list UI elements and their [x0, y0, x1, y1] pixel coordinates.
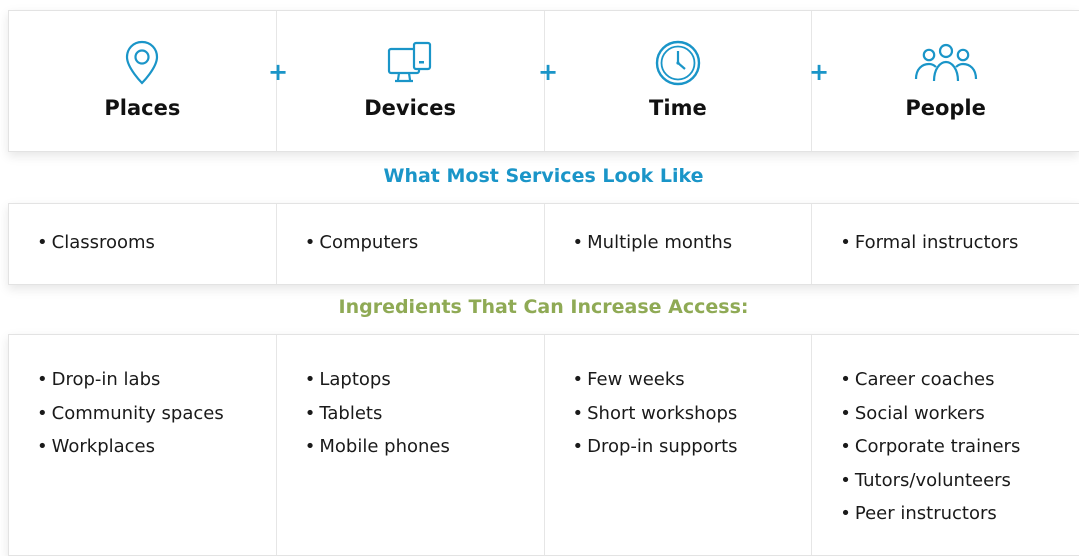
- map-pin-icon: [126, 40, 159, 85]
- list-item: • Social workers: [840, 402, 985, 424]
- category-label-devices: Devices: [364, 96, 456, 120]
- category-label-time: Time: [649, 96, 707, 120]
- list-item: • Laptops: [304, 369, 391, 390]
- section-title-most-services: What Most Services Look Like: [383, 165, 704, 187]
- list-item: • Mobile phones: [304, 436, 450, 457]
- most-services-cell: • Computers: [275, 204, 544, 284]
- category-time: Time: [543, 11, 812, 151]
- list-item: • Tablets: [304, 402, 383, 424]
- people-icon: [914, 43, 977, 82]
- list-item: • Tutors/volunteers: [840, 469, 1011, 491]
- most-services-cell: • Classrooms: [37, 232, 155, 253]
- list-item: • Community spaces: [37, 402, 224, 424]
- list-item: • Corporate trainers: [840, 436, 1021, 457]
- category-places: Places: [9, 11, 276, 151]
- plus-operator: +: [809, 58, 830, 86]
- plus-operator: +: [268, 58, 289, 86]
- category-label-people: People: [905, 96, 986, 120]
- most-services-panel: • Classrooms • Computers • Multiple months …: [8, 203, 1079, 285]
- category-people: People: [811, 11, 1079, 151]
- list-item: • Career coaches: [840, 369, 995, 390]
- section-title-ingredients: Ingredients That Can Increase Access:: [338, 296, 749, 318]
- list-item: • Few weeks: [572, 369, 685, 390]
- category-label-places: Places: [104, 96, 181, 120]
- list-item: • Peer instructors: [840, 503, 997, 524]
- list-item: Formal instructors: [854, 232, 1019, 253]
- clock-icon: [655, 40, 701, 86]
- devices-icon: [388, 41, 432, 83]
- most-services-cell: • Formal instructors: [811, 204, 1079, 284]
- list-item: Multiple months: [587, 232, 733, 253]
- list-item: • Drop-in supports: [572, 436, 738, 457]
- ingredients-column-time: • Few weeks • Short workshops • Drop-in sup…: [543, 335, 812, 555]
- category-devices: Devices: [275, 11, 544, 151]
- ingredients-column-devices: • Laptops • Tablets • Mobile phones: [275, 335, 544, 555]
- list-item: Computers: [319, 232, 419, 253]
- list-item: • Drop-in labs: [37, 369, 161, 390]
- most-services-cell: • Multiple months: [543, 204, 812, 284]
- list-item: • Short workshops: [572, 402, 738, 424]
- list-item: Classrooms: [51, 232, 155, 253]
- ingredients-panel: • Drop-in labs • Community spaces • Workpla…: [8, 334, 1079, 556]
- ingredients-column-places: • Drop-in labs • Community spaces • Workpla…: [9, 335, 276, 555]
- plus-operator: +: [538, 58, 559, 86]
- ingredients-column-people: • Career coaches • Social workers • Corpora…: [811, 335, 1079, 555]
- list-item: • Workplaces: [37, 436, 156, 457]
